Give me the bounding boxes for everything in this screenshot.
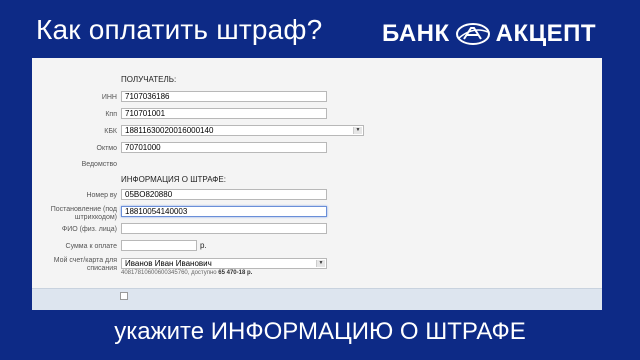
account-number: 40817810600600345760, доступно: [121, 270, 217, 276]
sum-label: Сумма к оплате: [65, 243, 117, 250]
kpp-field[interactable]: 710701001: [121, 108, 327, 119]
oktmo-field[interactable]: 70701000: [121, 142, 327, 153]
bank-logo: БАНК АКЦЕПТ: [382, 20, 596, 48]
page-title: Как оплатить штраф?: [36, 14, 323, 45]
confirm-checkbox[interactable]: [120, 292, 128, 300]
logo-text-left: БАНК: [382, 20, 450, 47]
nomer-vu-field[interactable]: 05BO820880: [121, 189, 327, 200]
postanovlenie-field[interactable]: 18810054140003: [121, 206, 327, 217]
fio-label: ФИО (физ. лица): [61, 226, 117, 233]
instruction-caption: укажите ИНФОРМАЦИЮ О ШТРАФЕ: [114, 318, 526, 345]
account-label: Мой счет/карта для списания: [53, 257, 117, 272]
account-select[interactable]: Иванов Иван Иванович ▼: [121, 258, 327, 269]
sum-currency: р.: [200, 241, 207, 250]
kbk-value: 18811630020016000140: [125, 126, 214, 135]
account-info: 40817810600600345760, доступно 65 470-18…: [121, 270, 252, 276]
inn-field[interactable]: 7107036186: [121, 91, 327, 102]
inn-label: ИНН: [101, 94, 117, 101]
nomer-vu-label: Номер ву: [86, 192, 117, 199]
vedomstvo-label: Ведомство: [81, 161, 117, 168]
chevron-down-icon[interactable]: ▼: [316, 260, 325, 267]
postanovlenie-label: Постановление (под штрихкодом): [50, 206, 117, 221]
account-value: Иванов Иван Иванович: [125, 259, 212, 268]
right-border: [608, 58, 640, 310]
sum-field[interactable]: [121, 240, 197, 251]
chevron-down-icon[interactable]: ▼: [353, 127, 362, 134]
form-footer-strip: [32, 288, 602, 311]
header-bar: Как оплатить штраф? БАНК АКЦЕПТ: [0, 0, 640, 58]
kpp-label: Кпп: [105, 111, 117, 118]
fine-section-title: ИНФОРМАЦИЯ О ШТРАФЕ:: [121, 175, 226, 184]
bank-logo-icon: [455, 23, 490, 45]
kbk-select[interactable]: 18811630020016000140 ▼: [121, 125, 364, 136]
logo-text-right: АКЦЕПТ: [495, 20, 597, 47]
caption-bar: укажите ИНФОРМАЦИЮ О ШТРАФЕ: [0, 310, 640, 360]
payment-form-panel: ПОЛУЧАТЕЛЬ: ИНН 7107036186 Кпп 710701001…: [32, 58, 602, 310]
fio-field[interactable]: [121, 223, 327, 234]
account-balance: 65 470-18 р.: [218, 270, 253, 276]
oktmo-label: Октмо: [96, 145, 118, 152]
recipient-section-title: ПОЛУЧАТЕЛЬ:: [121, 75, 177, 84]
kbk-label: КБК: [104, 128, 117, 135]
